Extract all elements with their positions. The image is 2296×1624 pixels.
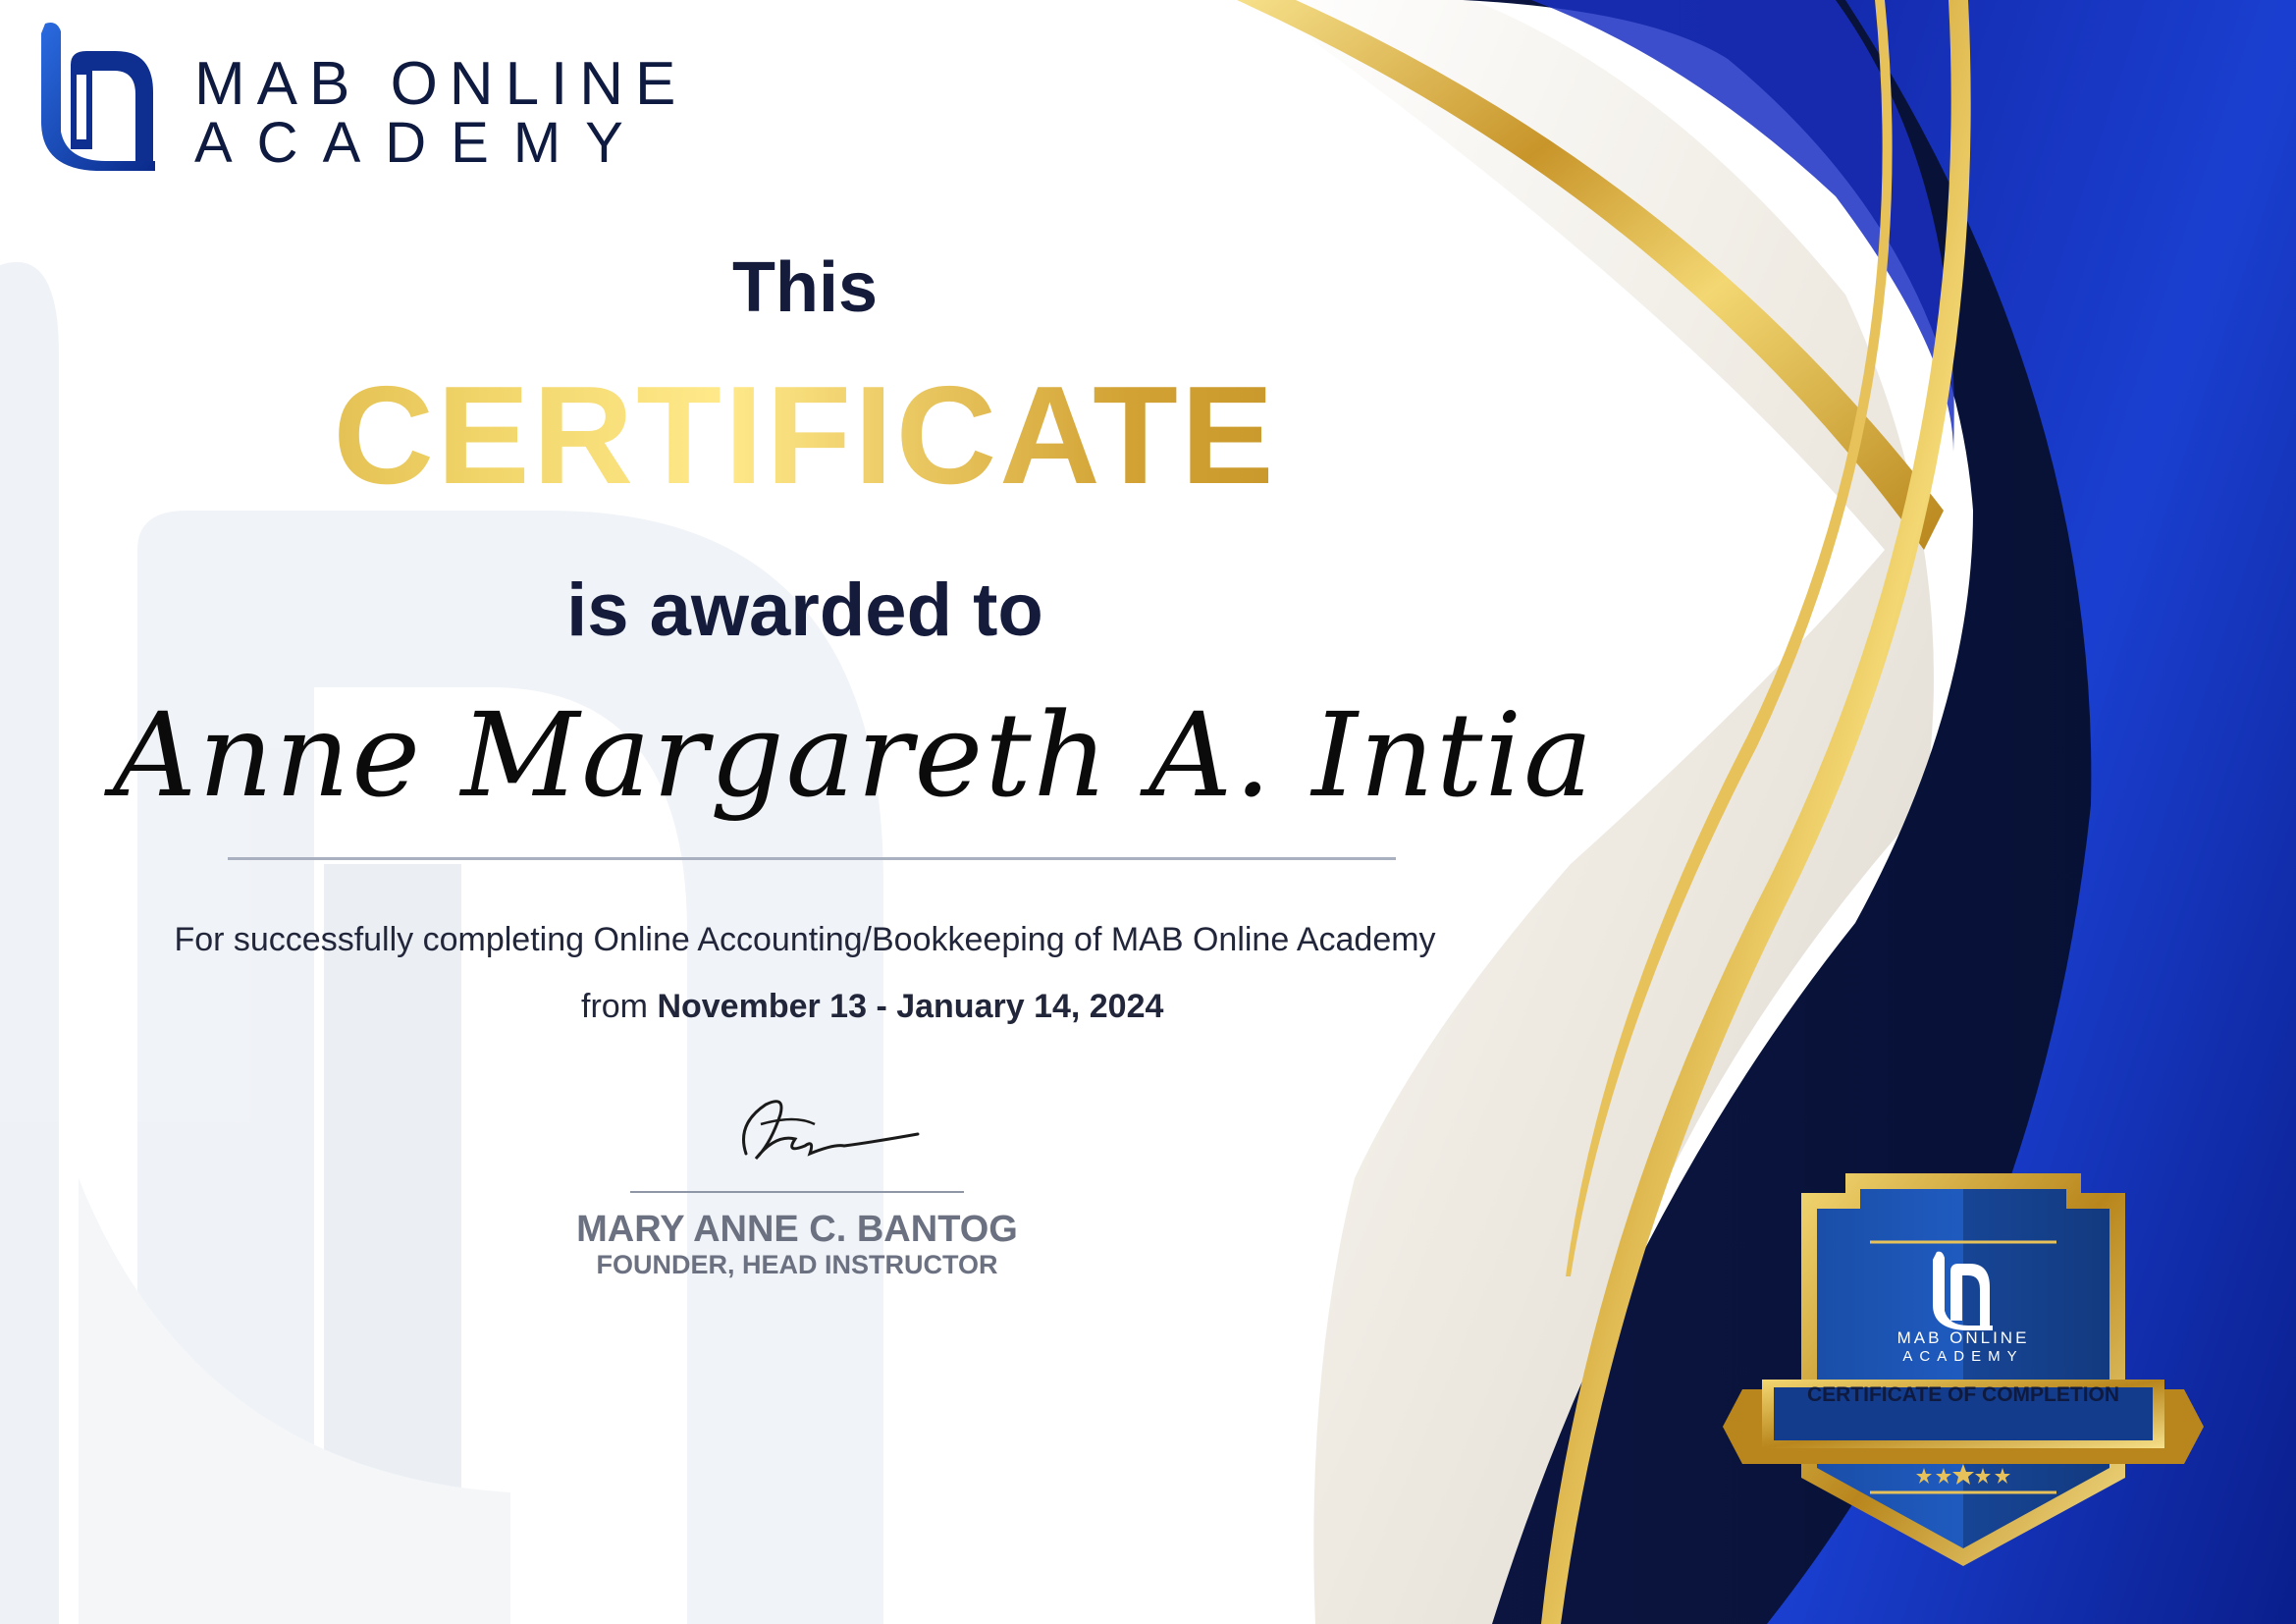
signature-icon	[742, 1100, 920, 1161]
certificate-page: MAB ONLINE ACADEMY This CERTIFICATE is a…	[0, 0, 2296, 1624]
brand-name-line2: ACADEMY	[194, 111, 648, 175]
badge-brand-line1: MAB ONLINE	[1896, 1328, 2030, 1347]
recipient-underline	[228, 857, 1396, 860]
brand-name-line1: MAB ONLINE	[194, 50, 688, 118]
recipient-name: Anne Margareth A. Intia	[113, 687, 1595, 823]
awarded-to-heading: is awarded to	[566, 568, 1043, 652]
signer-role: FOUNDER, HEAD INSTRUCTOR	[596, 1250, 998, 1279]
from-label: from	[581, 988, 648, 1025]
title-intro: This	[731, 248, 878, 327]
badge-ribbon-text: CERTIFICATE OF COMPLETION	[1806, 1383, 2120, 1406]
completion-badge: MAB ONLINE ACADEMY CERTIFICATE OF COMPLE…	[1723, 1164, 2204, 1576]
shield-badge-icon	[1723, 1173, 2204, 1566]
completion-description: For successfully completing Online Accou…	[174, 921, 1436, 958]
signature-line	[630, 1191, 964, 1193]
certificate-title: CERTIFICATE	[0, 355, 1610, 516]
badge-brand-line2: ACADEMY	[1902, 1348, 2024, 1365]
date-range: November 13 - January 14, 2024	[657, 988, 1164, 1025]
signer-name: MARY ANNE C. BANTOG	[576, 1209, 1018, 1250]
mab-logo-icon	[41, 23, 155, 171]
date-range-line: from November 13 - January 14, 2024	[581, 988, 1163, 1026]
